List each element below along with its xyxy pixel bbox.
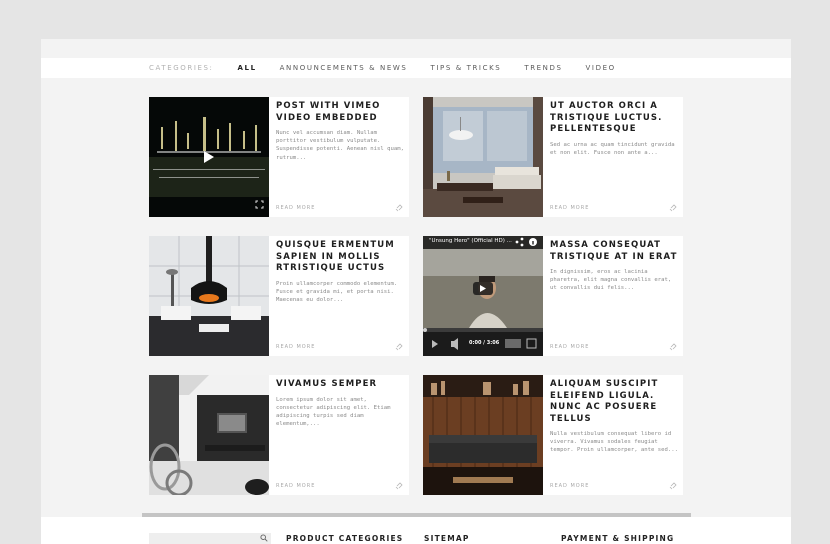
read-more-link[interactable]: READ MORE (276, 483, 315, 489)
read-more-link[interactable]: READ MORE (276, 344, 315, 350)
post-thumbnail[interactable] (149, 97, 269, 217)
post-thumbnail[interactable] (423, 97, 543, 217)
post-title[interactable]: POST WITH VIMEO VIDEO EMBEDDED (276, 101, 404, 124)
video-player[interactable]: "Unsung Hero" (Official HD) ... 0:00 / 3… (423, 236, 543, 356)
post-body: VIVAMUS SEMPER Lorem ipsum dolor sit ame… (276, 379, 404, 491)
category-all[interactable]: ALL (238, 64, 257, 72)
post-body: QUISQUE ERMENTUM SAPIEN IN MOLLIS RTRIST… (276, 240, 404, 352)
post-title[interactable]: VIVAMUS SEMPER (276, 379, 404, 391)
post-excerpt: Proin ullamcorper commodo elementum. Fus… (276, 280, 398, 303)
post-card: VIVAMUS SEMPER Lorem ipsum dolor sit ame… (149, 375, 409, 495)
post-card: UT AUCTOR ORCI A TRISTIQUE LUCTUS. PELLE… (423, 97, 683, 217)
search-icon[interactable] (260, 534, 268, 542)
post-thumbnail[interactable] (149, 236, 269, 356)
post-body: POST WITH VIMEO VIDEO EMBEDDED Nunc vel … (276, 101, 404, 213)
category-filter-bar: CATEGORIES: ALL ANNOUNCEMENTS & NEWS TIP… (41, 58, 791, 78)
post-title[interactable]: QUISQUE ERMENTUM SAPIEN IN MOLLIS RTRIST… (276, 240, 404, 275)
category-tips[interactable]: TIPS & TRICKS (430, 64, 501, 72)
post-body: MASSA CONSEQUAT TRISTIQUE AT IN ERAT In … (550, 240, 678, 352)
video-title[interactable]: "Unsung Hero" (Official HD) ... (429, 238, 514, 244)
footer-heading-payment-shipping: PAYMENT & SHIPPING (561, 534, 675, 543)
search-input[interactable] (149, 533, 271, 544)
video-time: 0:00 / 3:06 (469, 340, 500, 346)
post-card: QUISQUE ERMENTUM SAPIEN IN MOLLIS RTRIST… (149, 236, 409, 356)
post-thumbnail[interactable] (149, 375, 269, 495)
page: CATEGORIES: ALL ANNOUNCEMENTS & NEWS TIP… (41, 39, 791, 544)
post-title[interactable]: ALIQUAM SUSCIPIT ELEIFEND LIGULA. NUNC A… (550, 379, 678, 425)
post-body: UT AUCTOR ORCI A TRISTIQUE LUCTUS. PELLE… (550, 101, 678, 213)
read-more-link[interactable]: READ MORE (550, 205, 589, 211)
post-excerpt: Lorem ipsum dolor sit amet, consectetur … (276, 396, 391, 428)
link-icon[interactable] (395, 482, 403, 490)
post-excerpt: In dignissim, eros ac lacinia pharetra, … (550, 269, 672, 292)
footer: PRODUCT CATEGORIES SITEMAP PAYMENT & SHI… (41, 517, 791, 544)
footer-heading-sitemap: SITEMAP (424, 534, 470, 543)
category-video[interactable]: VIDEO (586, 64, 616, 72)
category-trends[interactable]: TRENDS (524, 64, 562, 72)
post-card: POST WITH VIMEO VIDEO EMBEDDED Nunc vel … (149, 97, 409, 217)
link-icon[interactable] (395, 343, 403, 351)
post-card: ALIQUAM SUSCIPIT ELEIFEND LIGULA. NUNC A… (423, 375, 683, 495)
post-excerpt: Sed ac urna ac quam tincidunt gravida et… (550, 141, 675, 156)
read-more-link[interactable]: READ MORE (550, 483, 589, 489)
post-body: ALIQUAM SUSCIPIT ELEIFEND LIGULA. NUNC A… (550, 379, 678, 491)
read-more-link[interactable]: READ MORE (550, 344, 589, 350)
post-title[interactable]: UT AUCTOR ORCI A TRISTIQUE LUCTUS. PELLE… (550, 101, 678, 136)
link-icon[interactable] (395, 204, 403, 212)
post-thumbnail[interactable] (423, 375, 543, 495)
post-card: "Unsung Hero" (Official HD) ... 0:00 / 3… (423, 236, 683, 356)
link-icon[interactable] (669, 482, 677, 490)
post-excerpt: Nulla vestibulum consequat libero id viv… (550, 431, 678, 454)
categories-label: CATEGORIES: (149, 64, 214, 72)
category-announcements[interactable]: ANNOUNCEMENTS & NEWS (280, 64, 408, 72)
read-more-link[interactable]: READ MORE (276, 205, 315, 211)
footer-heading-product-categories: PRODUCT CATEGORIES (286, 534, 404, 543)
link-icon[interactable] (669, 343, 677, 351)
link-icon[interactable] (669, 204, 677, 212)
post-excerpt: Nunc vel accumsan diam. Nullam porttitor… (276, 130, 404, 161)
post-title[interactable]: MASSA CONSEQUAT TRISTIQUE AT IN ERAT (550, 240, 678, 263)
